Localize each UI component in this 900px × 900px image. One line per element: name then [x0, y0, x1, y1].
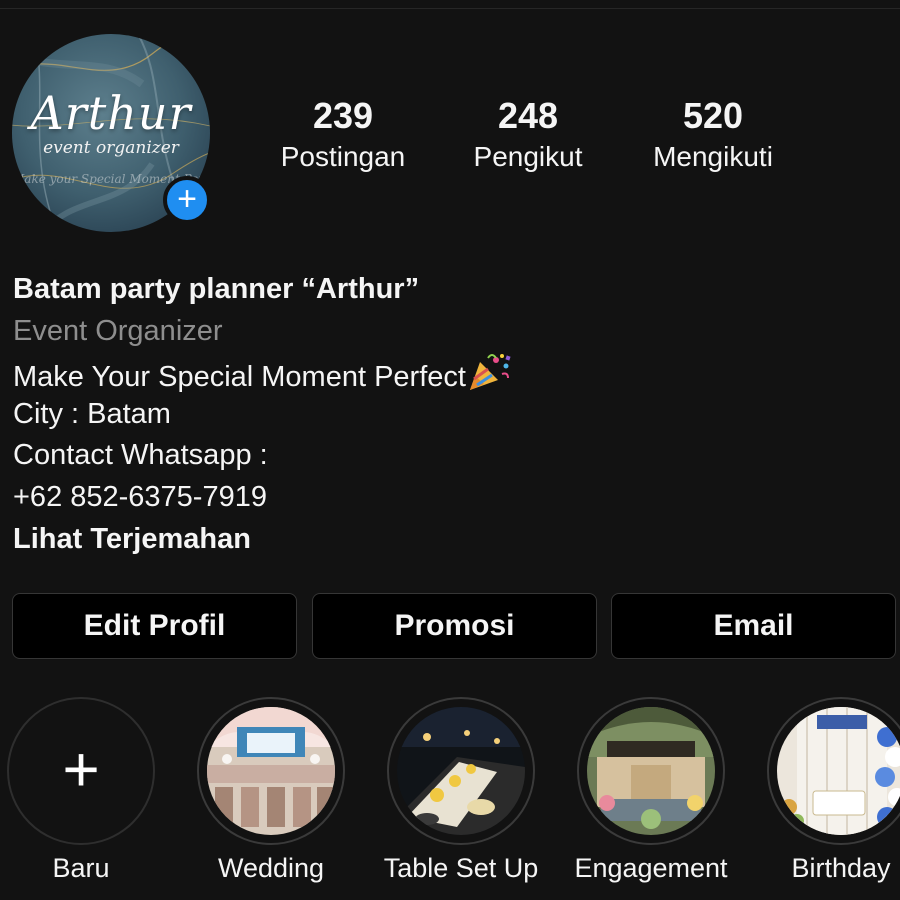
followers-stat[interactable]: 248 Pengikut — [443, 94, 613, 176]
followers-count: 248 — [497, 95, 559, 136]
highlight-ring — [577, 697, 725, 845]
highlight-cover-table-setup — [397, 707, 525, 835]
logo-text: Arthur — [30, 86, 192, 140]
promote-button[interactable]: Promosi — [312, 593, 597, 659]
logo-subtext: event organizer — [43, 138, 179, 158]
party-popper-icon — [468, 352, 512, 405]
highlight-ring — [387, 697, 535, 845]
following-stat[interactable]: 520 Mengikuti — [628, 94, 798, 176]
highlight-label: Table Set Up — [383, 853, 539, 883]
profile-category: Event Organizer — [13, 314, 223, 347]
posts-count: 239 — [312, 95, 374, 136]
following-label: Mengikuti — [653, 141, 773, 172]
posts-stat[interactable]: 239 Postingan — [258, 94, 428, 176]
bio-line-tagline: Make Your Special Moment Perfect — [13, 352, 893, 394]
posts-label: Postingan — [280, 141, 406, 172]
bio-tagline-text: Make Your Special Moment Perfect — [13, 361, 466, 394]
highlight-label: Birthday — [791, 853, 891, 883]
profile-name: Batam party planner “Arthur” — [13, 273, 420, 305]
highlight-label: Engagement — [574, 853, 728, 883]
followers-label: Pengikut — [473, 141, 583, 172]
bio-line-city: City : Batam — [13, 397, 171, 430]
top-divider — [0, 8, 900, 9]
following-count: 520 — [682, 95, 744, 136]
highlight-label: Wedding — [217, 853, 325, 883]
highlight-cover-engagement — [587, 707, 715, 835]
bio-line-phone[interactable]: +62 852-6375-7919 — [13, 477, 893, 519]
highlight-cover-birthday — [777, 707, 900, 835]
bio-line-contact: Contact Whatsapp : — [13, 439, 268, 472]
plus-icon: + — [62, 733, 100, 805]
highlight-cover-wedding — [207, 707, 335, 835]
highlight-label: Baru — [52, 853, 110, 883]
profile-bio: Batam party planner “Arthur” Event Organ… — [13, 269, 893, 560]
see-translation-link[interactable]: Lihat Terjemahan — [13, 519, 893, 561]
email-button[interactable]: Email — [611, 593, 896, 659]
highlight-ring — [197, 697, 345, 845]
add-story-plus-icon[interactable]: + — [163, 176, 211, 224]
highlight-ring — [767, 697, 900, 845]
edit-profile-button[interactable]: Edit Profil — [12, 593, 297, 659]
highlight-ring: + — [7, 697, 155, 845]
